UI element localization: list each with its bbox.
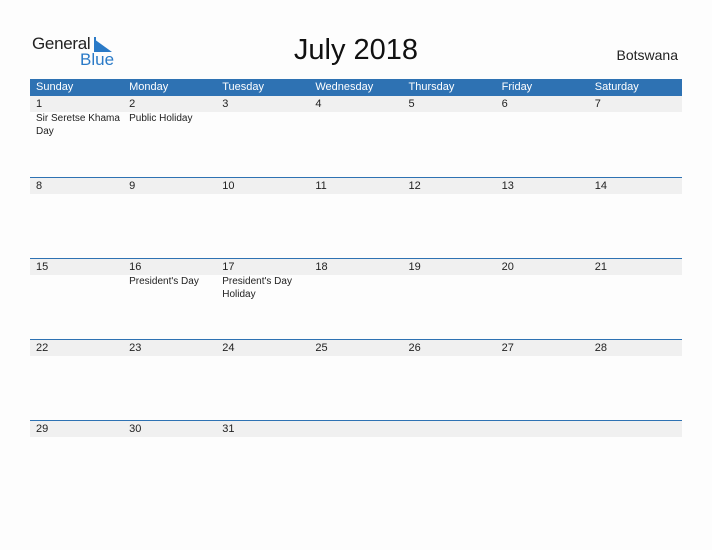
day-number: 28	[594, 342, 607, 354]
day-number	[409, 421, 496, 437]
day-cell: 5	[403, 96, 496, 138]
day-number: 11	[315, 180, 327, 192]
day-cell: 3	[216, 96, 309, 138]
day-number: 10	[222, 180, 235, 192]
day-cell: 30	[123, 421, 216, 437]
day-number: 31	[222, 423, 235, 435]
day-number: 5	[408, 98, 415, 110]
day-cell: 17 President's Day Holiday	[216, 259, 309, 301]
day-cell: 22	[30, 340, 123, 356]
day-number: 9	[129, 180, 136, 192]
day-number: 16	[129, 261, 142, 273]
weekday-monday: Monday	[129, 81, 169, 93]
holiday-label: Sir Seretse Khama Day	[36, 113, 120, 137]
day-cell: 26	[403, 340, 496, 356]
week-cells: 22 23 24 25 26 27 28	[30, 340, 682, 356]
day-cell: 18	[309, 259, 402, 301]
weekday-saturday: Saturday	[594, 81, 639, 93]
day-number: 18	[315, 261, 328, 273]
day-cell: 4	[309, 96, 402, 138]
day-cell: 20	[496, 259, 589, 301]
day-number: 3	[222, 98, 229, 110]
day-cell: 24	[216, 340, 309, 356]
calendar-grid: Sunday Monday Tuesday Wednesday Thursday…	[30, 79, 682, 501]
day-number: 22	[36, 342, 49, 354]
day-cell: 11	[309, 178, 402, 194]
week-cells: 15 16 President's Day 17 President's Day Hol…	[30, 259, 682, 301]
holiday-label: Public Holiday	[129, 113, 193, 124]
day-cell: 9	[123, 178, 216, 194]
day-cell: 27	[496, 340, 589, 356]
week-cells: 29 30 31	[30, 421, 682, 437]
day-cell: 21	[589, 259, 682, 301]
day-number: 21	[594, 261, 607, 273]
day-number	[502, 421, 589, 437]
day-number: 15	[36, 261, 49, 273]
day-cell: 19	[403, 259, 496, 301]
day-number: 26	[408, 342, 421, 354]
day-number: 25	[315, 342, 328, 354]
day-number: 1	[36, 98, 43, 110]
day-number: 29	[36, 423, 49, 435]
holiday-label: President's Day Holiday	[222, 276, 292, 300]
week-row: 1 Sir Seretse Khama Day 2 Public Holiday 3 4 5…	[30, 96, 682, 177]
day-number: 13	[501, 180, 514, 192]
week-cells: 8 9 10 11 12 13 14	[30, 178, 682, 194]
weekday-header: Sunday Monday Tuesday Wednesday Thursday…	[30, 79, 682, 96]
week-row: 8 9 10 11 12 13 14	[30, 177, 682, 258]
day-number: 23	[129, 342, 142, 354]
weekday-wednesday: Wednesday	[315, 81, 374, 93]
day-number: 24	[222, 342, 235, 354]
day-cell: 28	[589, 340, 682, 356]
day-number: 2	[129, 98, 136, 110]
day-cell: 13	[496, 178, 589, 194]
day-number: 30	[129, 423, 142, 435]
day-number: 4	[315, 98, 322, 110]
day-number: 6	[501, 98, 508, 110]
day-cell: 1 Sir Seretse Khama Day	[30, 96, 123, 138]
week-row: 15 16 President's Day 17 President's Day Hol…	[30, 258, 682, 339]
day-cell: 16 President's Day	[123, 259, 216, 301]
day-cell: 25	[309, 340, 402, 356]
day-number: 8	[36, 180, 43, 192]
country-label: Botswana	[616, 47, 678, 63]
weekday-thursday: Thursday	[408, 81, 455, 93]
day-cell: 29	[30, 421, 123, 437]
day-cell	[589, 421, 682, 437]
weeks-container: 1 Sir Seretse Khama Day 2 Public Holiday 3 4 5…	[30, 96, 682, 501]
day-cell: 14	[589, 178, 682, 194]
day-cell: 8	[30, 178, 123, 194]
day-cell: 6	[496, 96, 589, 138]
day-number	[595, 421, 682, 437]
day-cell	[309, 421, 402, 437]
week-cells: 1 Sir Seretse Khama Day 2 Public Holiday 3 4 5…	[30, 96, 682, 138]
day-cell: 10	[216, 178, 309, 194]
day-cell: 15	[30, 259, 123, 301]
day-cell: 2 Public Holiday	[123, 96, 216, 138]
day-cell: 7	[589, 96, 682, 138]
day-number: 19	[408, 261, 421, 273]
day-cell: 12	[403, 178, 496, 194]
day-number: 27	[501, 342, 514, 354]
weekday-friday: Friday	[501, 81, 533, 93]
week-row: 29 30 31	[30, 420, 682, 501]
day-number: 7	[594, 98, 601, 110]
weekday-tuesday: Tuesday	[222, 81, 265, 93]
holiday-label: President's Day	[129, 276, 199, 287]
week-row: 22 23 24 25 26 27 28	[30, 339, 682, 420]
day-cell	[403, 421, 496, 437]
day-cell: 31	[216, 421, 309, 437]
day-cell	[496, 421, 589, 437]
day-number: 14	[594, 180, 607, 192]
day-number: 12	[408, 180, 421, 192]
day-number: 17	[222, 261, 235, 273]
day-number	[315, 421, 402, 437]
day-cell: 23	[123, 340, 216, 356]
weekday-sunday: Sunday	[36, 81, 74, 93]
calendar-title: July 2018	[293, 34, 419, 66]
day-number: 20	[501, 261, 514, 273]
